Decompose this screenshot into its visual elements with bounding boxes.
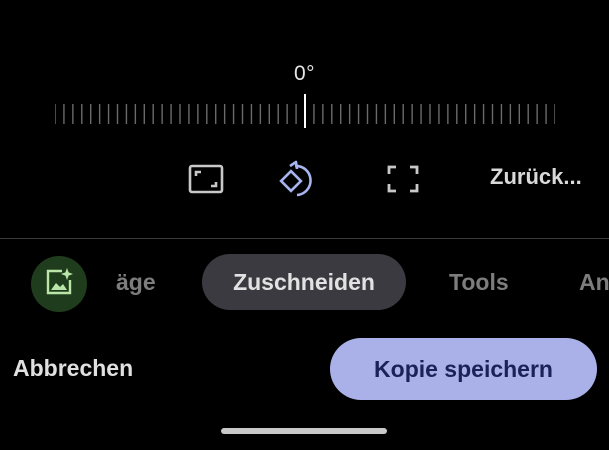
rotate-icon	[276, 159, 316, 199]
rotate-button[interactable]	[274, 157, 318, 201]
magic-editor-icon	[44, 267, 74, 302]
reset-button[interactable]: Zurück...	[490, 164, 582, 190]
tab-tools[interactable]: Tools	[449, 253, 509, 311]
home-indicator[interactable]	[221, 428, 387, 434]
cancel-button[interactable]: Abbrechen	[13, 355, 133, 382]
tab-adjust[interactable]: äge	[116, 253, 156, 311]
free-crop-icon	[387, 165, 419, 193]
magic-editor-button[interactable]	[31, 256, 87, 312]
editor-tabs: äge Zuschneiden Tools An	[0, 253, 609, 313]
save-copy-button[interactable]: Kopie speichern	[330, 338, 597, 400]
aspect-ratio-button[interactable]	[184, 157, 228, 201]
divider	[0, 238, 609, 239]
tab-crop[interactable]: Zuschneiden	[202, 254, 406, 310]
tab-markup[interactable]: An	[579, 253, 609, 311]
rotation-ruler[interactable]	[55, 94, 555, 128]
free-crop-button[interactable]	[381, 157, 425, 201]
rotation-angle-label: 0°	[293, 62, 316, 85]
aspect-ratio-icon	[188, 164, 224, 194]
